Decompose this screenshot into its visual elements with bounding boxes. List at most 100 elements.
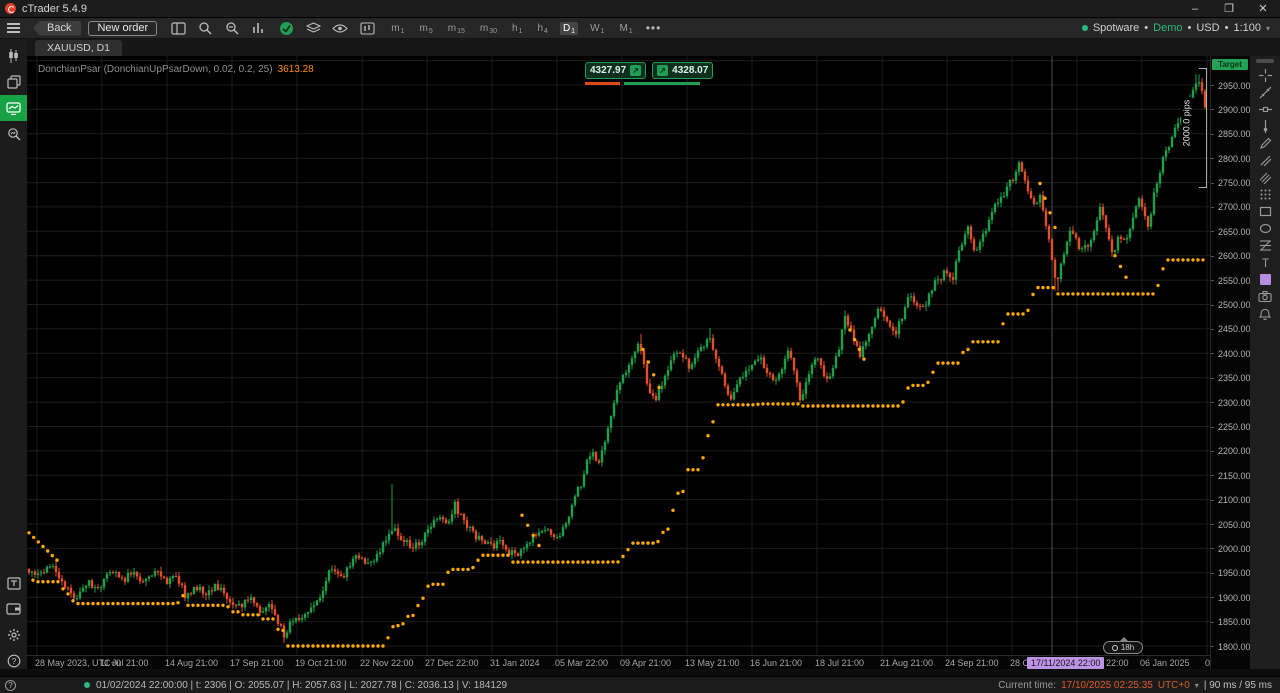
latency-readout: | 90 ms / 95 ms <box>1204 680 1272 691</box>
chart-tab-bar: XAUUSD, D1 <box>27 39 1280 56</box>
timezone-selector[interactable]: UTC+0 <box>1158 680 1190 691</box>
text-tool-icon[interactable]: T <box>1253 254 1277 271</box>
price-label: 2200.00 <box>1218 446 1251 456</box>
crosshair-icon[interactable] <box>1253 67 1277 84</box>
measurement-bracket[interactable] <box>1193 68 1207 188</box>
price-label: 2100.00 <box>1218 495 1251 505</box>
wallet-icon[interactable] <box>0 596 27 622</box>
color-swatch-icon[interactable] <box>1253 271 1277 288</box>
time-label: 16 Jun 21:00 <box>750 658 802 668</box>
zoom-out-icon[interactable] <box>197 20 213 36</box>
price-label: 1850.00 <box>1218 617 1251 627</box>
current-time-value: 17/10/2025 02:25:35 <box>1061 680 1153 691</box>
timeframe-m1[interactable]: m1 <box>388 22 407 35</box>
account-selector[interactable]: Spotware • Demo • USD • 1:100 ▾ <box>1082 22 1280 34</box>
price-tick <box>1211 109 1214 110</box>
symbol-search-icon[interactable] <box>0 121 27 147</box>
price-label: 2000.00 <box>1218 544 1251 554</box>
price-label: 2850.00 <box>1218 129 1251 139</box>
chart-layout-icon[interactable] <box>170 20 186 36</box>
price-chart[interactable]: DonchianPsar (DonchianUpPsarDown, 0.02, … <box>27 56 1210 655</box>
price-label: 2350.00 <box>1218 373 1251 383</box>
price-tick <box>1211 329 1214 330</box>
chart-type-icon[interactable] <box>359 20 375 36</box>
timeframe-h4[interactable]: h4 <box>534 22 550 35</box>
price-label: 1900.00 <box>1218 593 1251 603</box>
price-label: 2600.00 <box>1218 251 1251 261</box>
price-label: 2300.00 <box>1218 398 1251 408</box>
copy-trading-icon[interactable] <box>0 69 27 95</box>
timeframe-M1[interactable]: M1 <box>616 22 635 35</box>
fibonacci-icon[interactable] <box>1253 237 1277 254</box>
vertical-line-icon[interactable] <box>1253 118 1277 135</box>
bottom-divider <box>0 669 1280 676</box>
price-tick <box>1211 280 1214 281</box>
rectangle-icon[interactable] <box>1253 203 1277 220</box>
price-tick <box>1211 427 1214 428</box>
timeframe-W1[interactable]: W1 <box>587 22 607 35</box>
horizontal-line-icon[interactable] <box>1253 101 1277 118</box>
price-label: 2950.00 <box>1218 81 1251 91</box>
charts-icon[interactable] <box>0 95 27 121</box>
time-axis[interactable]: 17/11/2024 22:00 ▸ 28 May 2023, UTC+011 … <box>27 655 1280 669</box>
back-button[interactable]: Back <box>33 21 81 36</box>
marker-icon[interactable] <box>1253 169 1277 186</box>
time-label: 31 Jan 2024 <box>490 658 540 668</box>
sell-price: 4327.97 <box>590 65 626 76</box>
trade-watch-icon[interactable] <box>0 43 27 69</box>
help-icon[interactable]: ? <box>5 680 16 691</box>
sell-button[interactable]: 4327.97 ↗ <box>585 62 646 79</box>
time-label: 19 Oct 21:00 <box>295 658 347 668</box>
price-label: 2800.00 <box>1218 154 1251 164</box>
new-order-button[interactable]: New order <box>88 21 157 36</box>
price-axis[interactable]: Target 2950.002900.002850.002800.002750.… <box>1210 56 1250 669</box>
account-type: Demo <box>1153 22 1182 34</box>
minimize-button[interactable]: – <box>1178 0 1212 17</box>
bell-icon[interactable] <box>1253 305 1277 322</box>
plugins-icon[interactable] <box>0 570 27 596</box>
active-symbol-icon[interactable] <box>278 20 294 36</box>
indicators-icon[interactable] <box>251 20 267 36</box>
camera-icon[interactable] <box>1253 288 1277 305</box>
time-label: 09 Apr 21:00 <box>620 658 671 668</box>
timeframe-D1[interactable]: D1 <box>560 22 578 35</box>
ellipse-icon[interactable] <box>1253 220 1277 237</box>
tab-xauusd-d1[interactable]: XAUUSD, D1 <box>35 40 122 56</box>
time-label: 17 Sep 21:00 <box>230 658 284 668</box>
buy-button[interactable]: ↗ 4328.07 <box>652 62 713 79</box>
indicator-label[interactable]: DonchianPsar (DonchianUpPsarDown, 0.02, … <box>38 64 314 75</box>
maximize-button[interactable]: ❐ <box>1212 0 1246 17</box>
price-tick <box>1211 256 1214 257</box>
window-controls: – ❐ ✕ <box>1178 0 1280 17</box>
objects-icon[interactable] <box>305 20 321 36</box>
brush-icon[interactable] <box>1253 152 1277 169</box>
account-currency: USD <box>1196 22 1219 34</box>
pencil-icon[interactable] <box>1253 135 1277 152</box>
zoom-in-icon[interactable] <box>224 20 240 36</box>
eye-icon[interactable] <box>332 20 348 36</box>
price-label: 2900.00 <box>1218 105 1251 115</box>
chevron-down-icon: ▾ <box>1266 24 1270 33</box>
menu-icon[interactable] <box>0 23 27 33</box>
price-tick <box>1211 207 1214 208</box>
settings-icon[interactable] <box>0 622 27 648</box>
buy-price: 4328.07 <box>672 65 708 76</box>
price-label: 2650.00 <box>1218 227 1251 237</box>
price-label: 2150.00 <box>1218 471 1251 481</box>
timeframe-m5[interactable]: m5 <box>416 22 435 35</box>
price-tick <box>1211 134 1214 135</box>
toolbar-drag-handle[interactable] <box>1256 59 1274 63</box>
timeframe-m30[interactable]: m30 <box>477 22 500 35</box>
timeframe-h1[interactable]: h1 <box>509 22 525 35</box>
timeframe-selector: m1 m5 m15 m30 h1 h4 D1 W1 M1 <box>388 22 635 35</box>
price-tick <box>1211 500 1214 501</box>
dot-grid-icon[interactable] <box>1253 186 1277 203</box>
time-label: 13 May 21:00 <box>685 658 740 668</box>
time-label: 06 Jan 2025 <box>1140 658 1190 668</box>
timeframe-m15[interactable]: m15 <box>445 22 468 35</box>
trend-line-icon[interactable] <box>1253 84 1277 101</box>
time-label: 18 Jul 21:00 <box>815 658 864 668</box>
price-tick <box>1211 573 1214 574</box>
close-button[interactable]: ✕ <box>1246 0 1280 17</box>
more-timeframes-button[interactable]: ••• <box>646 21 662 35</box>
